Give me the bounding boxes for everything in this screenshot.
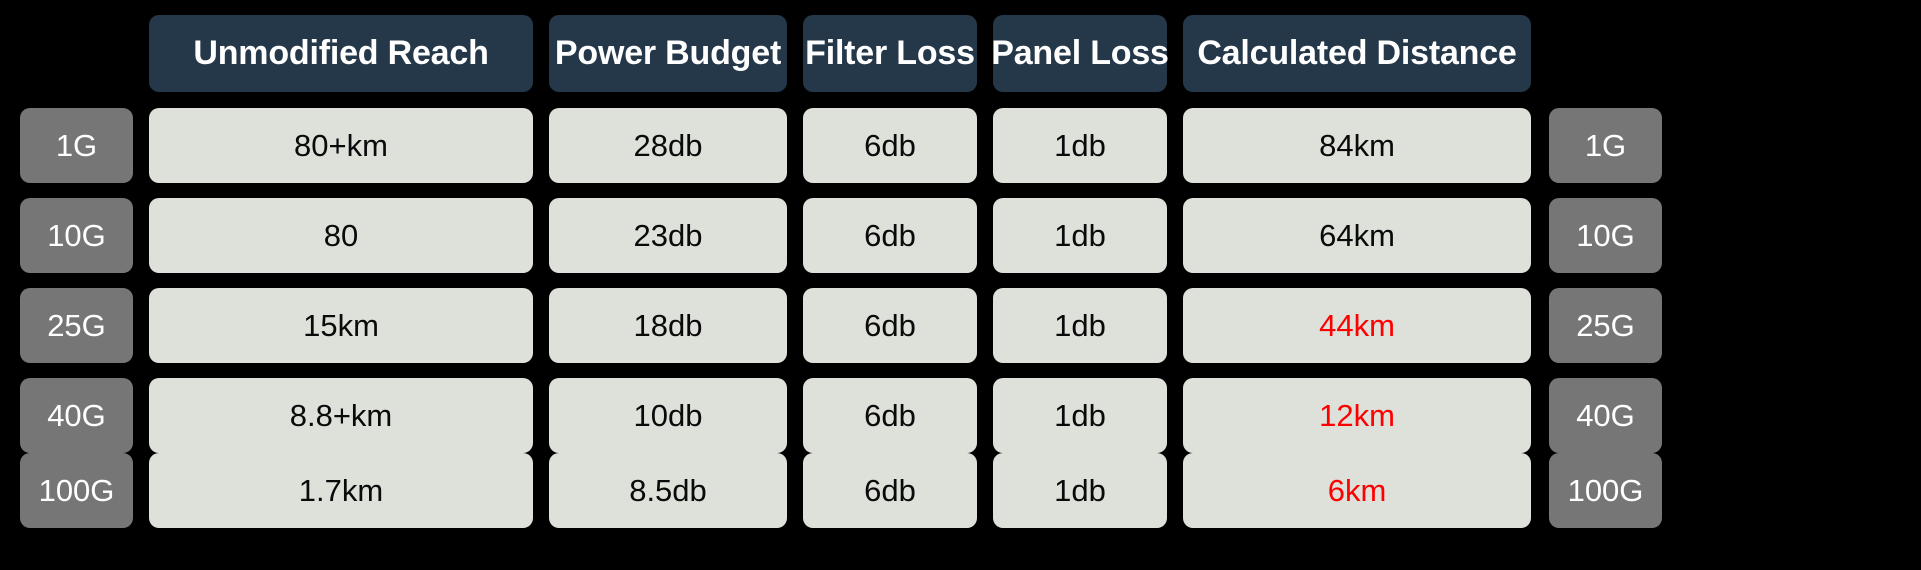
cell-calculated-distance-100g: 6km	[1183, 453, 1531, 528]
row-label-right-10g[interactable]: 10G	[1549, 198, 1662, 273]
cell-power-budget-40g: 10db	[549, 378, 787, 453]
gap	[787, 15, 803, 92]
gap	[533, 15, 549, 92]
gap	[1531, 15, 1549, 92]
column-header-unmodified-reach[interactable]: Unmodified Reach	[149, 15, 533, 92]
cell-calculated-distance-10g: 64km	[1183, 198, 1531, 273]
row-label-left-40g[interactable]: 40G	[20, 378, 133, 453]
gap	[133, 15, 149, 92]
table-corner-cell	[20, 15, 133, 92]
row-label-right-1g[interactable]: 1G	[1549, 108, 1662, 183]
cell-panel-loss-40g: 1db	[993, 378, 1167, 453]
left-margin	[0, 0, 20, 470]
row-label-right-100g[interactable]: 100G	[1549, 453, 1662, 528]
cell-unmodified-reach-25g: 15km	[149, 288, 533, 363]
row-label-left-10g[interactable]: 10G	[20, 198, 133, 273]
cell-power-budget-25g: 18db	[549, 288, 787, 363]
cell-unmodified-reach-100g: 1.7km	[149, 453, 533, 528]
cell-calculated-distance-25g: 44km	[1183, 288, 1531, 363]
cell-filter-loss-100g: 6db	[803, 453, 977, 528]
optics-reach-table: Unmodified Reach Power Budget Filter Los…	[0, 0, 1921, 570]
right-margin	[1662, 0, 1682, 470]
cell-power-budget-1g: 28db	[549, 108, 787, 183]
row-label-right-40g[interactable]: 40G	[1549, 378, 1662, 453]
cell-panel-loss-25g: 1db	[993, 288, 1167, 363]
cell-unmodified-reach-10g: 80	[149, 198, 533, 273]
cell-panel-loss-10g: 1db	[993, 198, 1167, 273]
column-header-filter-loss[interactable]: Filter Loss	[803, 15, 977, 92]
cell-panel-loss-100g: 1db	[993, 453, 1167, 528]
cell-filter-loss-40g: 6db	[803, 378, 977, 453]
cell-filter-loss-1g: 6db	[803, 108, 977, 183]
column-header-calculated-distance[interactable]: Calculated Distance	[1183, 15, 1531, 92]
row-label-right-25g[interactable]: 25G	[1549, 288, 1662, 363]
row-label-left-100g[interactable]: 100G	[20, 453, 133, 528]
cell-unmodified-reach-40g: 8.8+km	[149, 378, 533, 453]
cell-calculated-distance-40g: 12km	[1183, 378, 1531, 453]
cell-power-budget-10g: 23db	[549, 198, 787, 273]
cell-unmodified-reach-1g: 80+km	[149, 108, 533, 183]
column-header-power-budget[interactable]: Power Budget	[549, 15, 787, 92]
cell-filter-loss-25g: 6db	[803, 288, 977, 363]
gap	[1167, 15, 1183, 92]
row-label-left-25g[interactable]: 25G	[20, 288, 133, 363]
row-label-left-1g[interactable]: 1G	[20, 108, 133, 183]
right-corner-cell	[1549, 15, 1662, 92]
cell-panel-loss-1g: 1db	[993, 108, 1167, 183]
cell-filter-loss-10g: 6db	[803, 198, 977, 273]
cell-power-budget-100g: 8.5db	[549, 453, 787, 528]
column-header-panel-loss[interactable]: Panel Loss	[991, 15, 1169, 92]
table-grid: Unmodified Reach Power Budget Filter Los…	[0, 0, 1921, 570]
cell-calculated-distance-1g: 84km	[1183, 108, 1531, 183]
